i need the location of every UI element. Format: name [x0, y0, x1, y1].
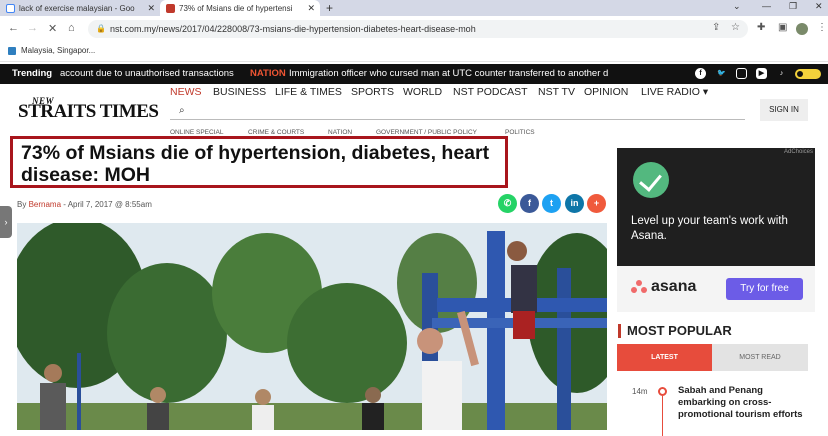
browser-tab-title: lack of exercise malaysian - Goo: [19, 3, 135, 13]
bookmark-favicon-icon: [8, 46, 16, 55]
article-photo: [17, 223, 607, 430]
share-page-icon[interactable]: ⇪: [712, 22, 720, 33]
nav-world[interactable]: WORLD: [403, 86, 442, 98]
url-input[interactable]: 🔒 nst.com.my/news/2017/04/228008/73-msia…: [88, 20, 748, 38]
instagram-icon[interactable]: [736, 68, 747, 79]
tab-search-icon[interactable]: ⌄: [733, 1, 741, 12]
menu-icon[interactable]: ⋮: [817, 22, 827, 33]
youtube-icon[interactable]: ▶: [756, 68, 767, 79]
nst-favicon-icon: [166, 3, 175, 13]
subnav-item[interactable]: NATION: [328, 129, 352, 136]
trending-category[interactable]: NATION: [250, 68, 286, 79]
new-tab-icon[interactable]: +: [326, 1, 333, 15]
item-time: 14m: [632, 387, 648, 396]
twitter-icon[interactable]: 🐦: [716, 68, 727, 79]
most-popular-tabs: LATEST MOST READ: [617, 344, 808, 371]
side-panel-icon[interactable]: ▣: [778, 22, 787, 33]
subnav-item[interactable]: POLITICS: [505, 129, 535, 136]
nav-business[interactable]: BUSINESS: [213, 86, 266, 98]
facebook-icon[interactable]: f: [695, 68, 706, 79]
trending-item[interactable]: Immigration officer who cursed man at UT…: [289, 68, 609, 79]
try-for-free-button[interactable]: Try for free: [726, 278, 803, 300]
asana-logo: asana: [631, 278, 696, 296]
item-headline[interactable]: Sabah and Penang embarking on cross-prom…: [678, 385, 806, 421]
nav-sports[interactable]: SPORTS: [351, 86, 394, 98]
bookmarks-bar: Malaysia, Singapor...: [0, 42, 828, 62]
more-share-icon[interactable]: +: [587, 194, 606, 213]
home-icon[interactable]: ⌂: [68, 22, 75, 34]
site-search-input[interactable]: ⌕: [170, 102, 745, 120]
tab-latest[interactable]: LATEST: [617, 344, 712, 371]
most-popular-title: MOST POPULAR: [627, 323, 732, 338]
forward-icon[interactable]: →: [27, 22, 38, 34]
tiktok-icon[interactable]: ♪: [776, 68, 787, 79]
close-tab-icon[interactable]: ✕: [147, 3, 155, 14]
bookmark-star-icon[interactable]: ☆: [731, 22, 740, 33]
byline-date: - April 7, 2017 @ 8:55am: [61, 200, 152, 209]
nav-nst-podcast[interactable]: NST PODCAST: [453, 86, 527, 98]
browser-tab-strip: lack of exercise malaysian - Goo ✕ 73% o…: [0, 0, 828, 16]
asana-wordmark: asana: [651, 278, 697, 295]
trending-item[interactable]: account due to unauthorised transactions: [60, 68, 234, 79]
linkedin-share-icon[interactable]: in: [565, 194, 584, 213]
sign-in-button[interactable]: SIGN IN: [760, 99, 808, 121]
ad-top-panel: AdChoices Level up your team's work with…: [617, 148, 815, 266]
exercise-park-image: [17, 223, 607, 430]
trending-label: Trending: [12, 68, 53, 79]
extensions-icon[interactable]: ✚: [757, 22, 765, 33]
subnav-item[interactable]: ONLINE SPECIAL: [170, 129, 223, 136]
article-byline: By Bernama - April 7, 2017 @ 8:55am: [17, 200, 152, 209]
bookmark-item[interactable]: Malaysia, Singapor...: [8, 46, 95, 55]
section-accent-bar: [618, 324, 621, 338]
back-icon[interactable]: ←: [8, 22, 19, 34]
nav-opinion[interactable]: OPINION: [584, 86, 628, 98]
checkmark-icon: [633, 162, 669, 198]
whatsapp-share-icon[interactable]: ✆: [498, 194, 517, 213]
facebook-share-icon[interactable]: f: [520, 194, 539, 213]
nav-live-radio[interactable]: LIVE RADIO ▾: [641, 86, 708, 98]
site-logo[interactable]: NEW STRAITS TIMES: [18, 96, 164, 124]
side-expand-tab[interactable]: ›: [0, 206, 12, 238]
search-icon[interactable]: ⌕: [179, 105, 185, 116]
article-headline: 73% of Msians die of hypertension, diabe…: [21, 142, 490, 186]
logo-straits-times: STRAITS TIMES: [18, 101, 159, 122]
browser-tab-google[interactable]: lack of exercise malaysian - Goo ✕: [0, 0, 160, 16]
twitter-share-icon[interactable]: t: [542, 194, 561, 213]
minimize-icon[interactable]: —: [762, 1, 771, 11]
byline-prefix: By: [17, 200, 29, 209]
close-window-icon[interactable]: ✕: [815, 1, 823, 12]
google-icon: [6, 3, 15, 13]
byline-author[interactable]: Bernama: [29, 200, 61, 209]
maximize-icon[interactable]: ❐: [789, 1, 797, 12]
asana-dots-icon: [631, 280, 647, 294]
subnav-item[interactable]: CRIME & COURTS: [248, 129, 304, 136]
close-tab-icon[interactable]: ✕: [307, 3, 315, 14]
profile-avatar[interactable]: [796, 23, 808, 35]
tab-most-read[interactable]: MOST READ: [712, 344, 808, 371]
dark-mode-toggle[interactable]: [795, 69, 821, 79]
bookmark-label: Malaysia, Singapor...: [21, 46, 96, 55]
nav-life-times[interactable]: LIFE & TIMES: [275, 86, 342, 98]
lock-icon[interactable]: 🔒: [96, 20, 106, 38]
browser-tab-nst[interactable]: 73% of Msians die of hypertensi ✕: [160, 0, 320, 16]
url-text: nst.com.my/news/2017/04/228008/73-msians…: [110, 24, 476, 34]
ad-copy: Level up your team's work with Asana.: [631, 215, 788, 242]
timeline-dot-icon: [658, 387, 667, 396]
browser-tab-title: 73% of Msians die of hypertensi: [179, 3, 293, 13]
headline-highlight-box: 73% of Msians die of hypertension, diabe…: [10, 136, 508, 188]
subnav-item[interactable]: GOVERNMENT / PUBLIC POLICY: [376, 129, 477, 136]
asana-ad[interactable]: AdChoices Level up your team's work with…: [617, 148, 815, 312]
timeline-line: [662, 396, 663, 436]
nav-nst-tv[interactable]: NST TV: [538, 86, 575, 98]
address-bar-row: ← → ✕ ⌂ 🔒 nst.com.my/news/2017/04/228008…: [0, 16, 828, 42]
nav-news[interactable]: NEWS: [170, 86, 202, 98]
stop-loading-icon[interactable]: ✕: [48, 22, 57, 35]
trending-bar: Trending account due to unauthorised tra…: [0, 64, 828, 84]
adchoices-label[interactable]: AdChoices: [784, 149, 813, 155]
